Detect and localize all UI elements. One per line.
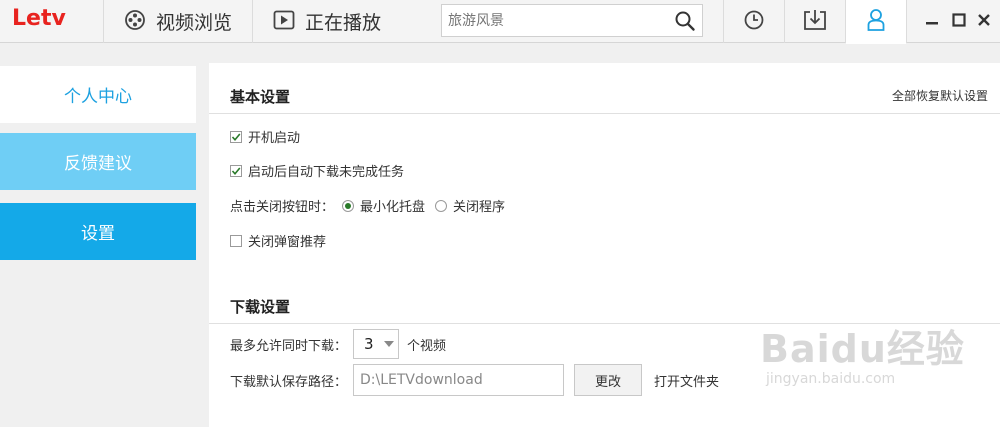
startup-label: 开机启动: [248, 131, 301, 146]
letv-logo: Letv: [12, 6, 66, 31]
search-input[interactable]: [448, 11, 668, 31]
close-button[interactable]: [975, 12, 993, 30]
sidebar: 个人中心 反馈建议 设置: [0, 44, 208, 427]
startup-option: 开机启动: [230, 127, 300, 146]
divider: [103, 0, 104, 43]
chevron-down-icon: [383, 337, 394, 352]
sidebar-item-personal-center[interactable]: 个人中心: [0, 66, 196, 123]
history-button[interactable]: [724, 0, 784, 43]
maximize-icon: [952, 12, 966, 31]
download-path-option: 下载默认保存路径： 更改 打开文件夹: [230, 364, 719, 396]
download-icon: [803, 9, 827, 35]
popup-recommend-checkbox[interactable]: [230, 234, 242, 247]
browse-videos-label: 视频浏览: [156, 12, 233, 34]
search-box: [441, 4, 703, 37]
close-icon: [977, 12, 991, 31]
downloads-button[interactable]: [785, 0, 845, 43]
now-playing-label: 正在播放: [305, 12, 382, 34]
max-downloads-select[interactable]: 3: [353, 329, 400, 359]
auto-download-checkbox[interactable]: [230, 164, 242, 177]
title-bar: Letv 视频浏览 正在播放: [0, 0, 1000, 44]
change-path-button[interactable]: 更改: [574, 364, 643, 396]
minimize-icon: [925, 12, 939, 31]
startup-checkbox[interactable]: [230, 130, 242, 143]
user-center-button[interactable]: [846, 0, 906, 44]
play-icon: [273, 9, 295, 35]
divider: [209, 113, 1000, 114]
exit-program-label: 关闭程序: [453, 200, 506, 215]
download-settings-title: 下载设置: [230, 298, 291, 316]
close-behavior-label: 点击关闭按钮时：: [230, 200, 335, 215]
divider: [209, 323, 1000, 324]
reset-all-defaults-link[interactable]: 全部恢复默认设置: [892, 87, 988, 104]
history-clock-icon: [743, 9, 765, 35]
download-path-label: 下载默认保存路径：: [230, 374, 348, 390]
divider: [252, 0, 253, 43]
sidebar-item-settings[interactable]: 设置: [0, 203, 196, 260]
user-icon: [866, 8, 886, 36]
max-downloads-unit: 个视频: [407, 338, 447, 354]
search-icon[interactable]: [674, 10, 696, 36]
maximize-button[interactable]: [950, 12, 968, 30]
max-downloads-value: 3: [364, 335, 374, 353]
auto-download-option: 启动后自动下载未完成任务: [230, 161, 404, 180]
auto-download-label: 启动后自动下载未完成任务: [248, 165, 405, 180]
settings-panel: 基本设置 全部恢复默认设置 开机启动 启动后自动下载未完成任务 点击关闭按钮时：…: [209, 63, 1000, 427]
close-behavior-option: 点击关闭按钮时： 最小化托盘 关闭程序: [230, 196, 505, 215]
exit-program-radio[interactable]: [435, 199, 448, 212]
download-path-field[interactable]: [353, 364, 565, 396]
sidebar-item-feedback[interactable]: 反馈建议: [0, 133, 196, 190]
browse-videos-button[interactable]: 视频浏览: [124, 0, 232, 43]
max-downloads-option: 最多允许同时下载： 3 个视频: [230, 329, 446, 359]
basic-settings-title: 基本设置: [230, 88, 291, 106]
open-folder-link[interactable]: 打开文件夹: [654, 371, 719, 390]
film-reel-icon: [124, 9, 146, 35]
minimize-to-tray-label: 最小化托盘: [360, 200, 426, 215]
popup-recommend-option: 关闭弹窗推荐: [230, 231, 326, 250]
minimize-button[interactable]: [923, 12, 941, 30]
popup-recommend-label: 关闭弹窗推荐: [248, 235, 327, 250]
minimize-to-tray-radio[interactable]: [342, 199, 355, 212]
now-playing-button[interactable]: 正在播放: [273, 0, 381, 43]
max-downloads-label: 最多允许同时下载：: [230, 338, 348, 354]
divider: [906, 0, 907, 43]
